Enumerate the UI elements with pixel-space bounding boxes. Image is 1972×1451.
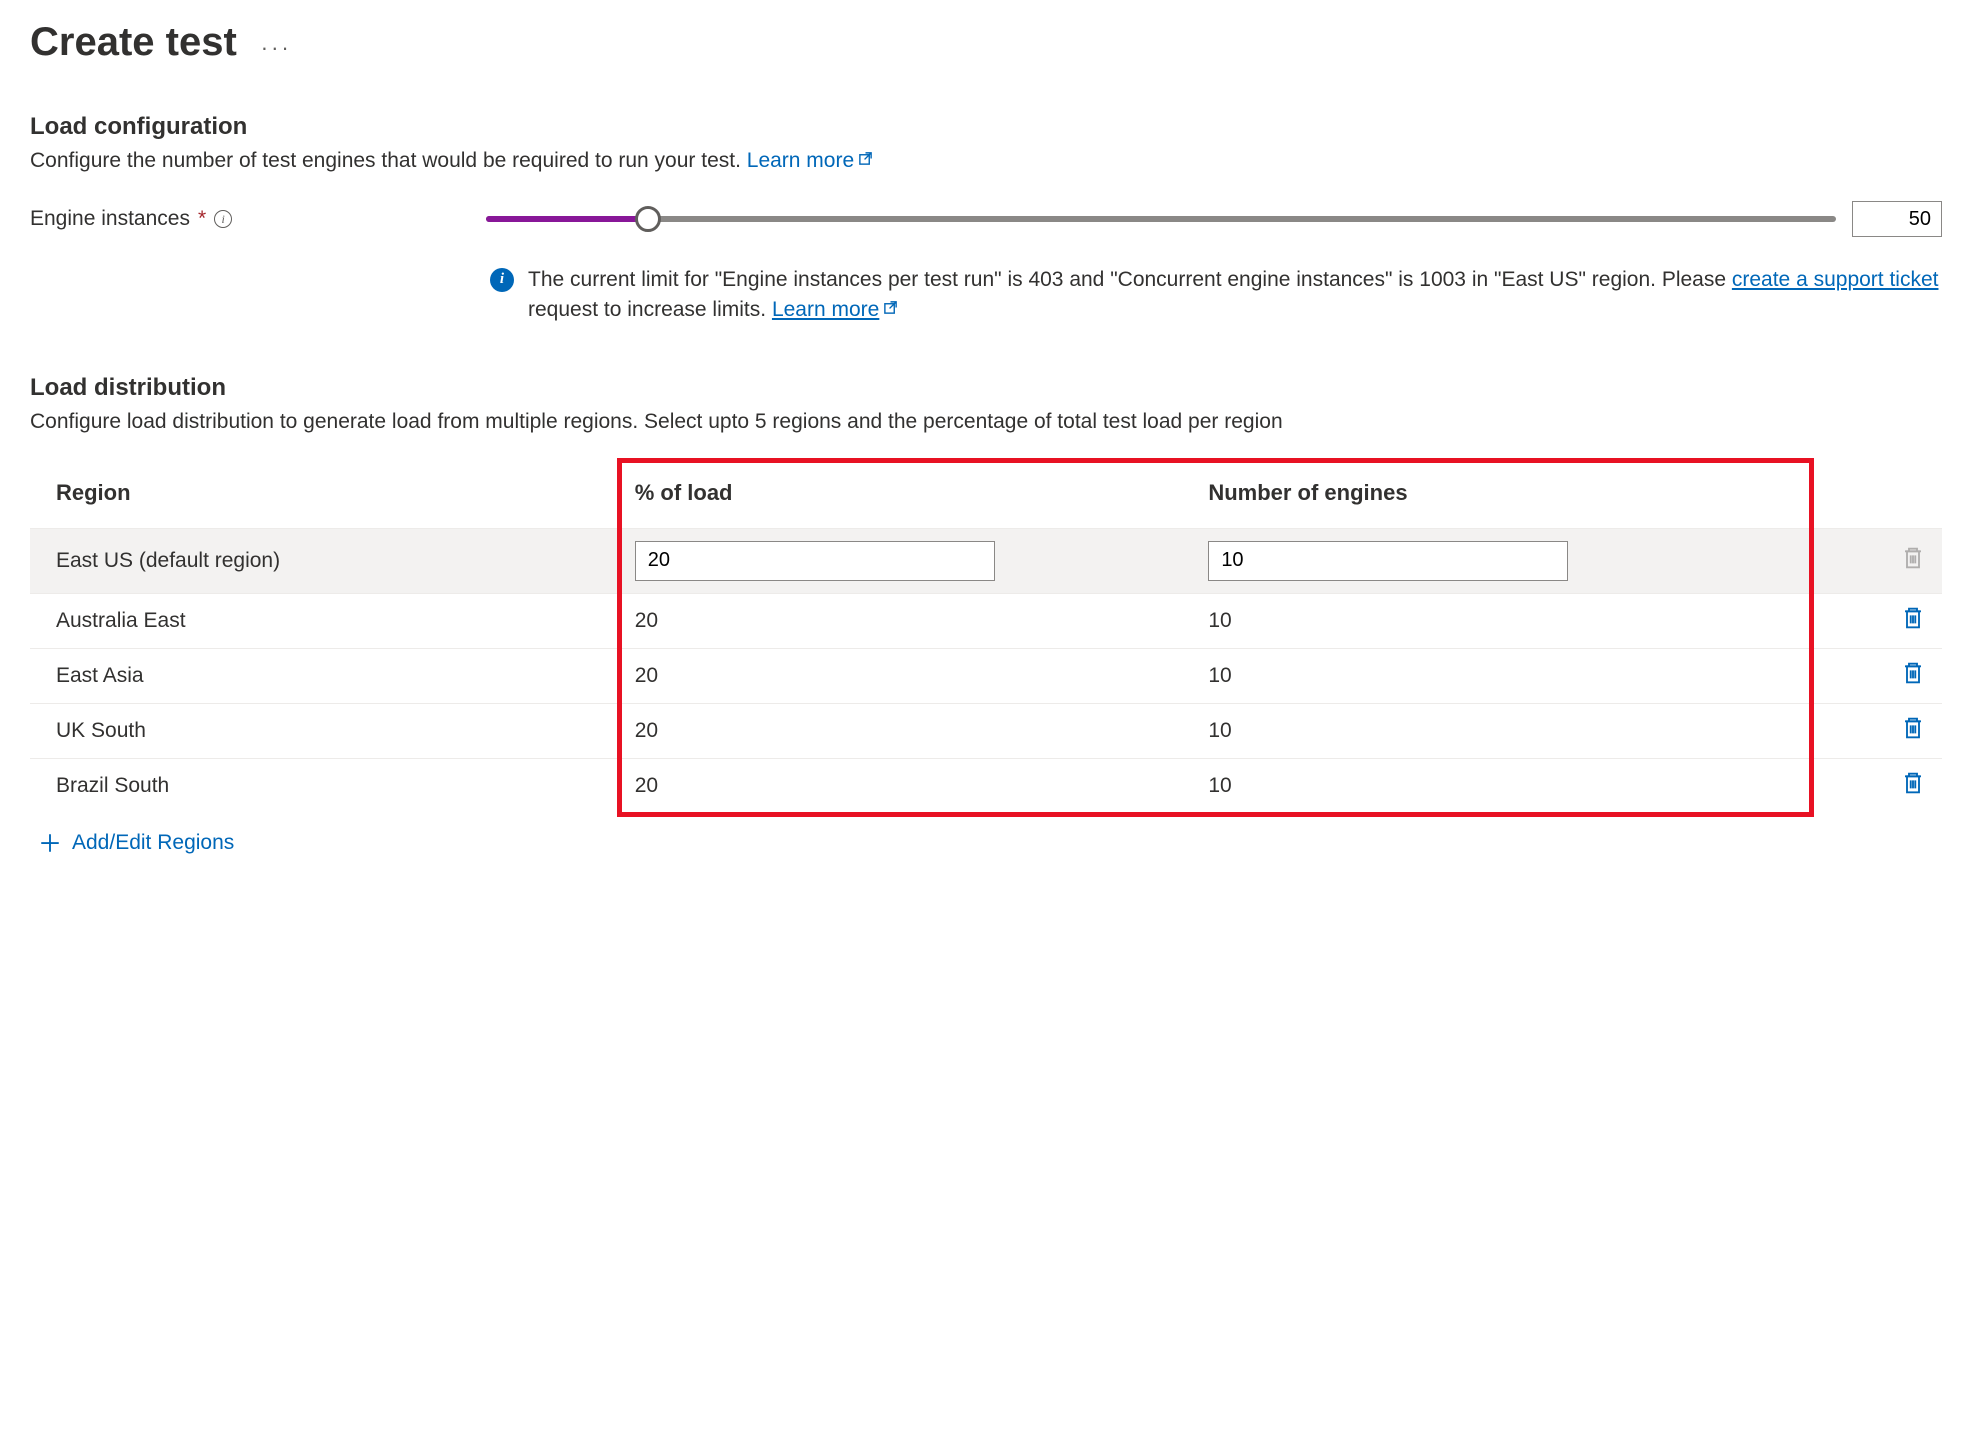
table-row: East Asia2010 <box>30 648 1942 703</box>
info-badge-icon: i <box>490 268 514 292</box>
table-row: Brazil South2010 <box>30 758 1942 813</box>
required-asterisk: * <box>198 207 206 231</box>
add-edit-regions-label: Add/Edit Regions <box>72 831 234 855</box>
region-cell: UK South <box>30 703 623 758</box>
column-percent-load: % of load <box>623 462 1197 529</box>
region-cell: Brazil South <box>30 758 623 813</box>
engine-limit-suffix: request to increase limits. <box>528 298 772 321</box>
trash-icon[interactable] <box>1902 716 1924 740</box>
slider-thumb[interactable] <box>635 206 661 232</box>
create-support-ticket-link[interactable]: create a support ticket <box>1732 268 1939 291</box>
number-engines-cell[interactable]: 10 <box>1196 758 1808 813</box>
table-row: Australia East2010 <box>30 593 1942 648</box>
engine-instances-label: Engine instances <box>30 207 190 231</box>
load-config-description: Configure the number of test engines tha… <box>30 149 1942 173</box>
table-row: East US (default region) <box>30 528 1942 593</box>
page-title: Create test <box>30 20 237 65</box>
info-icon[interactable]: i <box>214 210 232 228</box>
learn-more-link[interactable]: Learn more <box>747 149 873 172</box>
add-edit-regions-link[interactable]: Add/Edit Regions <box>40 831 234 855</box>
number-engines-cell[interactable]: 10 <box>1196 593 1808 648</box>
column-region: Region <box>30 462 623 529</box>
region-cell: East Asia <box>30 648 623 703</box>
number-engines-cell[interactable]: 10 <box>1196 648 1808 703</box>
percent-load-cell[interactable]: 20 <box>623 758 1197 813</box>
column-number-engines: Number of engines <box>1196 462 1808 529</box>
trash-icon[interactable] <box>1902 661 1924 685</box>
number-engines-input[interactable] <box>1208 541 1568 581</box>
regions-table: Region % of load Number of engines East … <box>30 462 1942 813</box>
trash-icon <box>1902 546 1924 570</box>
percent-load-cell[interactable]: 20 <box>623 703 1197 758</box>
number-engines-cell[interactable]: 10 <box>1196 703 1808 758</box>
engine-instances-input[interactable] <box>1852 201 1942 237</box>
engine-instances-slider[interactable] <box>486 207 1836 231</box>
slider-track <box>486 216 1836 222</box>
region-cell: Australia East <box>30 593 623 648</box>
external-link-icon <box>858 148 873 163</box>
trash-icon[interactable] <box>1902 606 1924 630</box>
table-row: UK South2010 <box>30 703 1942 758</box>
plus-icon <box>40 833 60 853</box>
engine-limit-info: i The current limit for "Engine instance… <box>490 265 1942 326</box>
engine-limit-text: The current limit for "Engine instances … <box>528 268 1732 291</box>
load-dist-description: Configure load distribution to generate … <box>30 410 1942 434</box>
slider-fill <box>486 216 648 222</box>
more-actions-icon[interactable]: ··· <box>261 25 292 61</box>
percent-load-cell[interactable]: 20 <box>623 648 1197 703</box>
load-config-heading: Load configuration <box>30 113 1942 141</box>
percent-load-input[interactable] <box>635 541 995 581</box>
load-dist-heading: Load distribution <box>30 374 1942 402</box>
load-config-desc-text: Configure the number of test engines tha… <box>30 149 747 172</box>
region-cell: East US (default region) <box>30 528 623 593</box>
trash-icon[interactable] <box>1902 771 1924 795</box>
learn-more-limits-link[interactable]: Learn more <box>772 298 898 321</box>
external-link-icon <box>883 294 898 309</box>
percent-load-cell[interactable]: 20 <box>623 593 1197 648</box>
